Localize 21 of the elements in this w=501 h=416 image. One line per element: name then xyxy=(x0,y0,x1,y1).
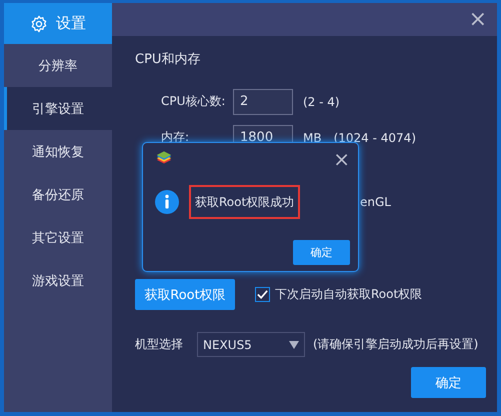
model-dropdown[interactable]: NEXUS5 xyxy=(197,332,305,357)
settings-icon xyxy=(30,14,48,32)
sidebar-title: 设置 xyxy=(56,14,86,33)
cpu-range: (2 - 4) xyxy=(303,94,340,108)
section-title: CPU和内存 xyxy=(135,51,202,69)
dropdown-arrow-icon xyxy=(289,340,299,348)
memory-unit: MB xyxy=(303,130,322,144)
model-note: (请确保引擎启动成功后再设置) xyxy=(313,336,478,353)
close-icon[interactable]: × xyxy=(468,8,487,30)
cpu-input-field[interactable]: 2 xyxy=(233,88,293,114)
checkbox-label: 下次启动自动获取Root权限 xyxy=(275,286,422,303)
model-label: 机型选择 xyxy=(135,336,184,353)
dialog-message: 获取Root权限成功 xyxy=(189,185,300,219)
memory-label: 内存: xyxy=(161,129,190,146)
close-icon[interactable]: × xyxy=(333,149,350,169)
cpu-label: CPU核心数: xyxy=(161,93,226,110)
memory-range: (1024 - 4074) xyxy=(334,130,416,144)
option-label: enGL xyxy=(360,195,391,209)
checkbox[interactable] xyxy=(255,287,270,302)
sidebar-item[interactable]: 引擎设置 xyxy=(4,87,112,130)
info-icon xyxy=(155,190,179,214)
